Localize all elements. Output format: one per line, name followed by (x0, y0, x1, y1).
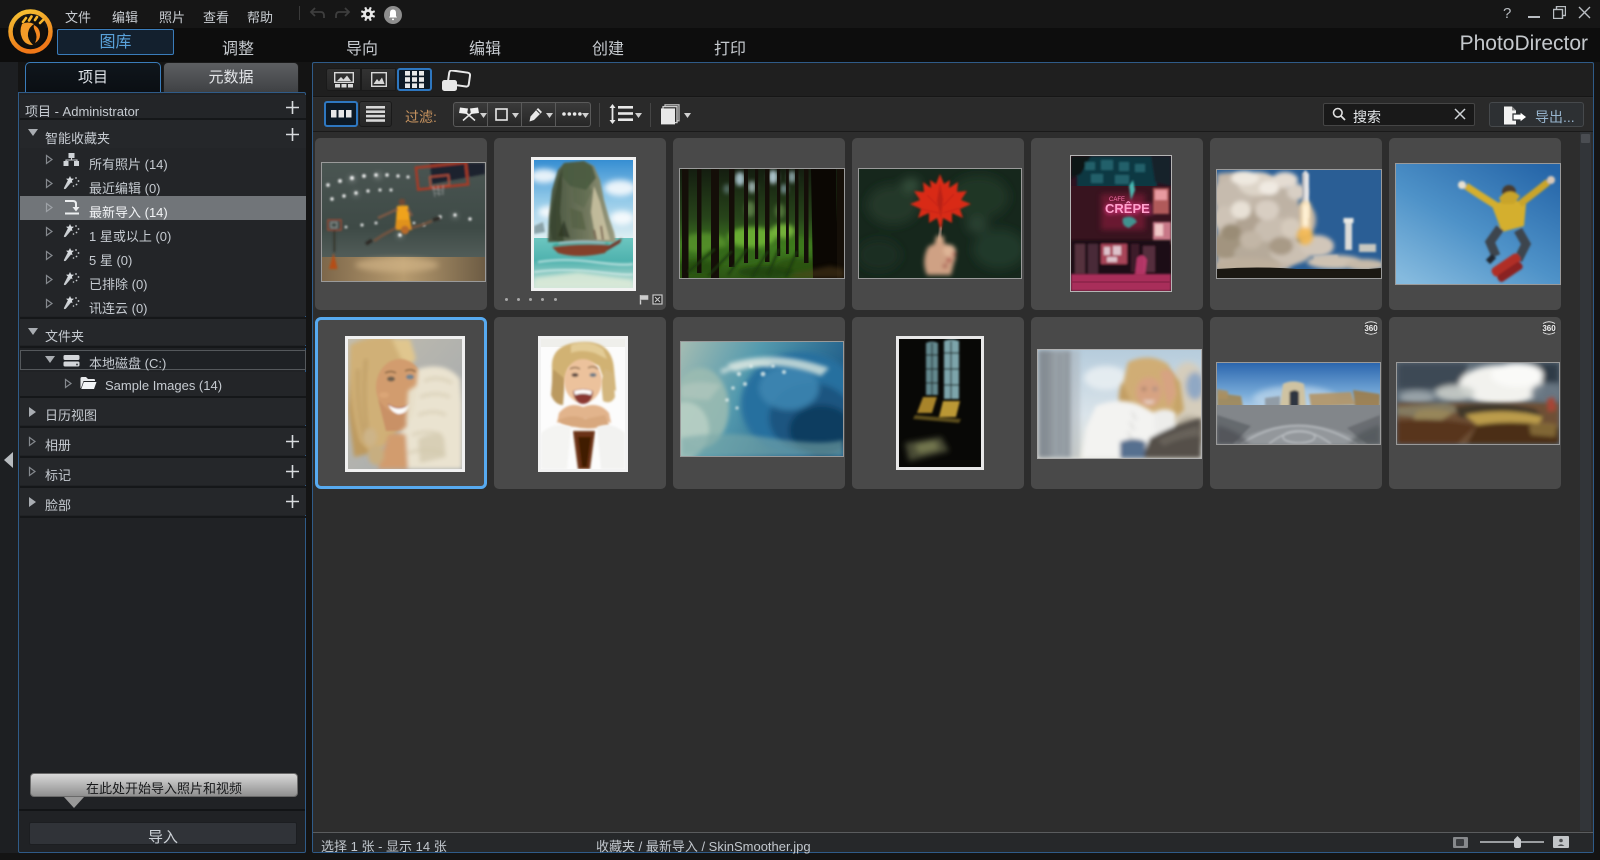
svg-text:360: 360 (1364, 324, 1378, 333)
svg-text:CAFE: CAFE (1109, 197, 1125, 203)
svg-text:360: 360 (1542, 324, 1556, 333)
svg-text:CRÊPE: CRÊPE (1105, 201, 1150, 216)
